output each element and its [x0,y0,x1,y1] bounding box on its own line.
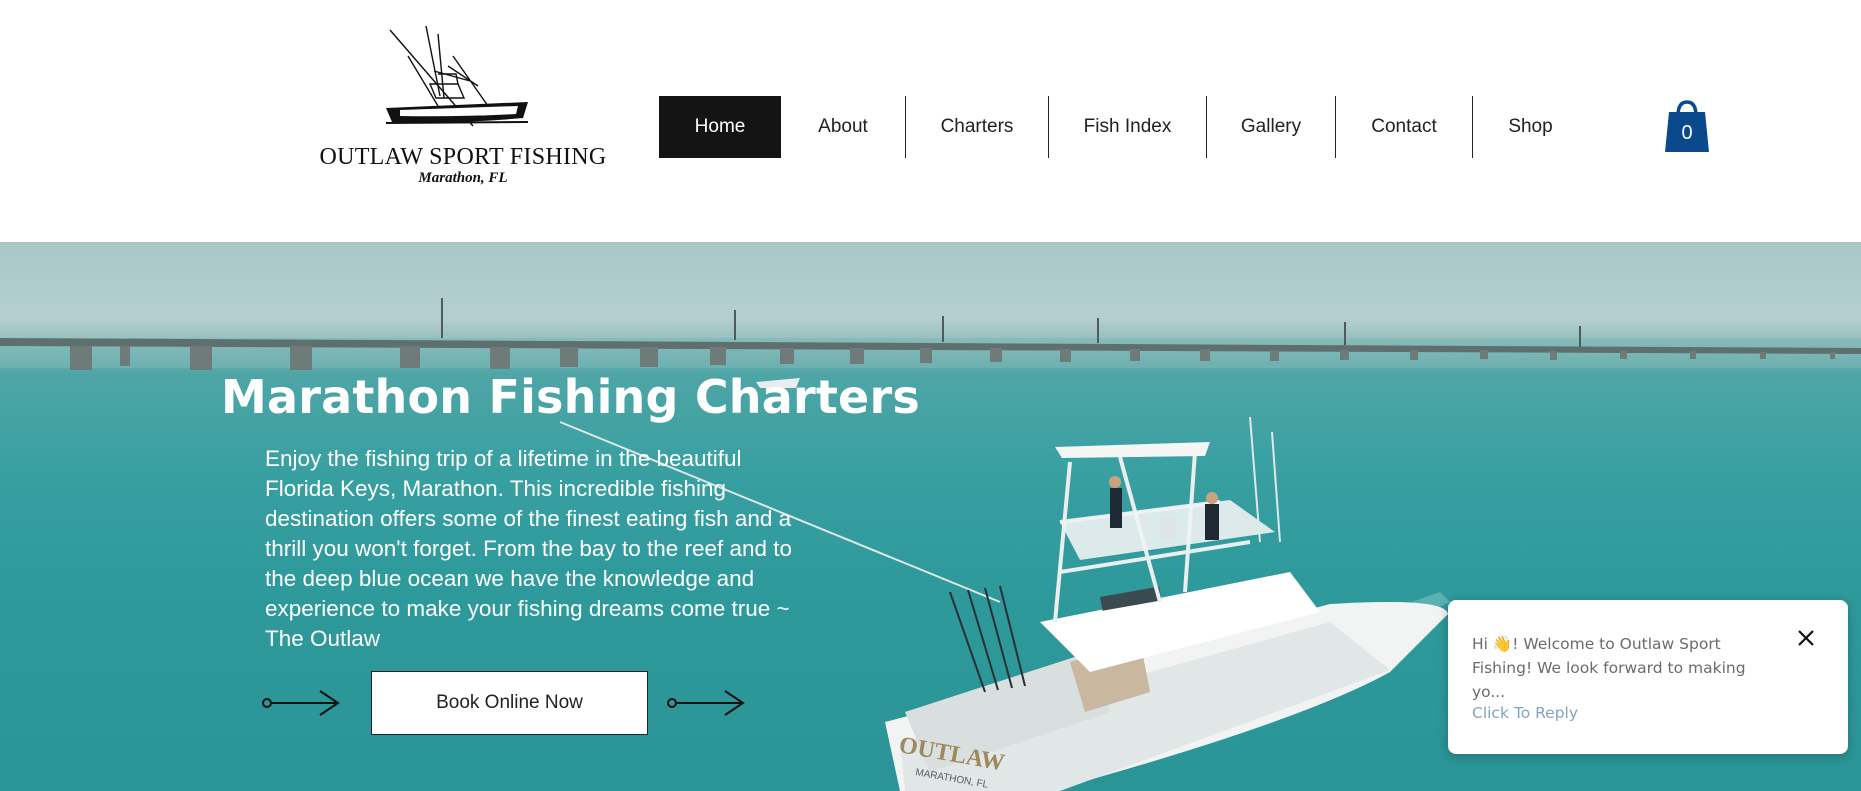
site-logo[interactable]: OUTLAW SPORT FISHING Marathon, FL [318,26,608,191]
arrow-right-icon [667,690,745,716]
nav-item-home[interactable]: Home [659,96,781,158]
cart-count: 0 [1681,122,1693,144]
nav-item-about[interactable]: About [781,96,905,158]
hero-description: Enjoy the fishing trip of a lifetime in … [265,446,793,651]
chat-message: Hi 👋! Welcome to Outlaw Sport Fishing! W… [1472,635,1746,701]
nav-item-fish-index[interactable]: Fish Index [1049,96,1206,158]
hero-title: Marathon Fishing Charters [221,370,920,424]
click-to-reply-link[interactable]: Click To Reply [1472,704,1578,722]
nav-item-charters[interactable]: Charters [906,96,1048,158]
boat-logo-icon [385,26,529,127]
book-online-button[interactable]: Book Online Now [371,671,648,735]
nav-item-shop[interactable]: Shop [1473,96,1588,158]
page: OUTLAW SPORT FISHING Marathon, FL Home A… [0,0,1861,791]
logo-title: OUTLAW SPORT FISHING [319,144,607,170]
arrow-right-icon [262,690,340,716]
chat-popup[interactable]: Hi 👋! Welcome to Outlaw Sport Fishing! W… [1448,600,1848,754]
site-header: OUTLAW SPORT FISHING Marathon, FL Home A… [0,0,1861,242]
logo-location: Marathon, FL [418,170,508,186]
close-icon[interactable] [1794,626,1818,650]
cart-button[interactable]: 0 [1664,98,1710,154]
nav-item-contact[interactable]: Contact [1336,96,1472,158]
main-nav: Home About Charters Fish Index Gallery C… [659,96,1588,158]
nav-item-gallery[interactable]: Gallery [1207,96,1335,158]
